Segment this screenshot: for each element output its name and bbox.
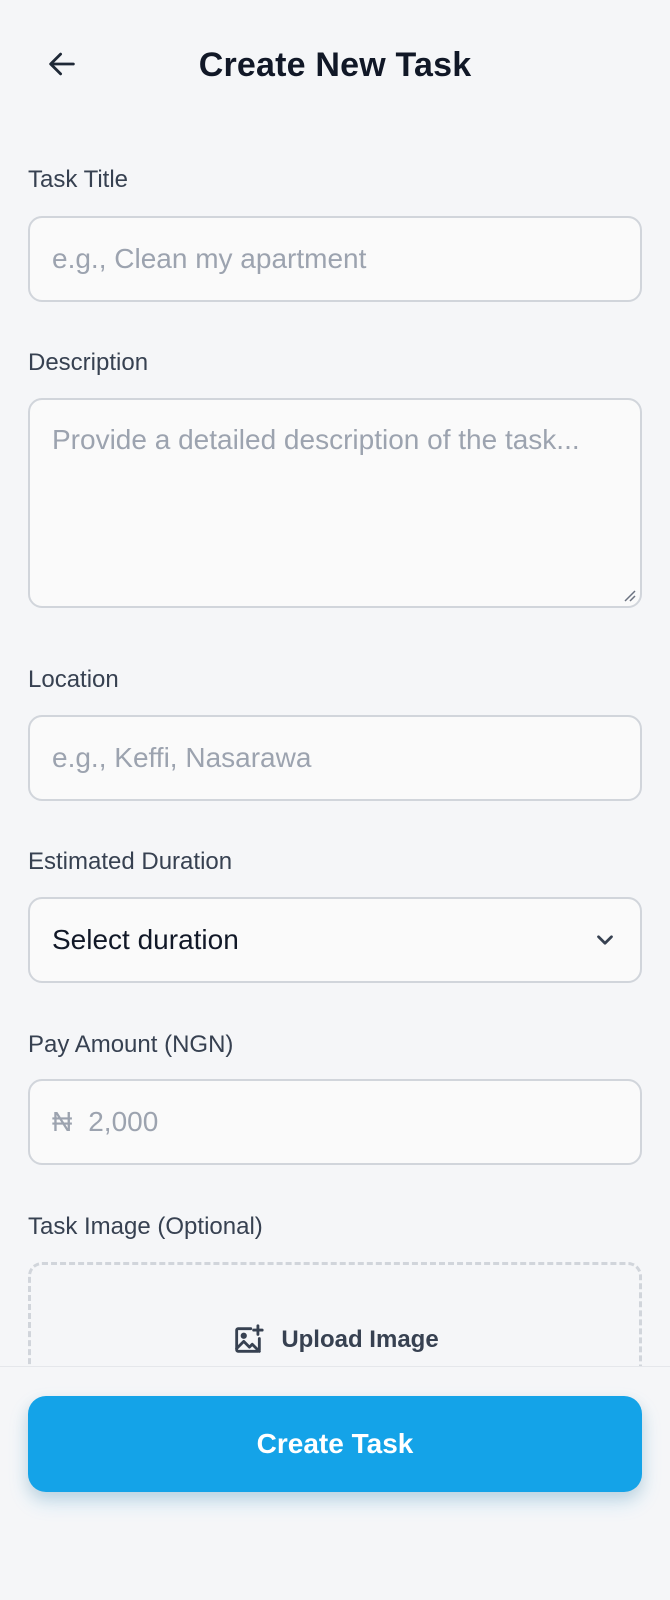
task-title-label: Task Title [28,166,129,193]
location-label: Location [28,666,119,693]
upload-image-button[interactable]: Upload Image [231,1323,439,1357]
location-placeholder: e.g., Keffi, Nasarawa [52,742,312,773]
chevron-down-icon [597,935,613,945]
image-plus-icon [235,1324,264,1353]
duration-selected-value: Select duration [52,924,239,955]
footer-bar: Create Task [0,1366,670,1600]
create-task-button[interactable]: Create Task [28,1396,642,1492]
task-title-input[interactable]: e.g., Clean my apartment [28,216,642,302]
pay-amount-placeholder: 2,000 [88,1106,159,1137]
resize-handle-icon[interactable] [622,588,636,602]
duration-label: Estimated Duration [28,848,233,875]
description-label: Description [28,349,149,376]
pay-amount-input[interactable]: ₦ 2,000 [28,1079,642,1165]
description-textarea[interactable]: Provide a detailed description of the ta… [28,398,642,608]
task-image-label: Task Image (Optional) [28,1213,263,1240]
duration-select[interactable]: Select duration [28,897,642,983]
header: Create New Task [0,0,670,130]
page-title: Create New Task [198,46,472,84]
pay-amount-label: Pay Amount (NGN) [28,1031,234,1058]
create-task-screen: Create New Task Task Title e.g., Clean m… [0,0,670,1600]
description-placeholder: Provide a detailed description of the ta… [52,424,580,455]
task-title-placeholder: e.g., Clean my apartment [52,243,367,274]
naira-currency-symbol: ₦ [52,1106,73,1137]
location-input[interactable]: e.g., Keffi, Nasarawa [28,715,642,801]
upload-image-label: Upload Image [281,1326,439,1353]
